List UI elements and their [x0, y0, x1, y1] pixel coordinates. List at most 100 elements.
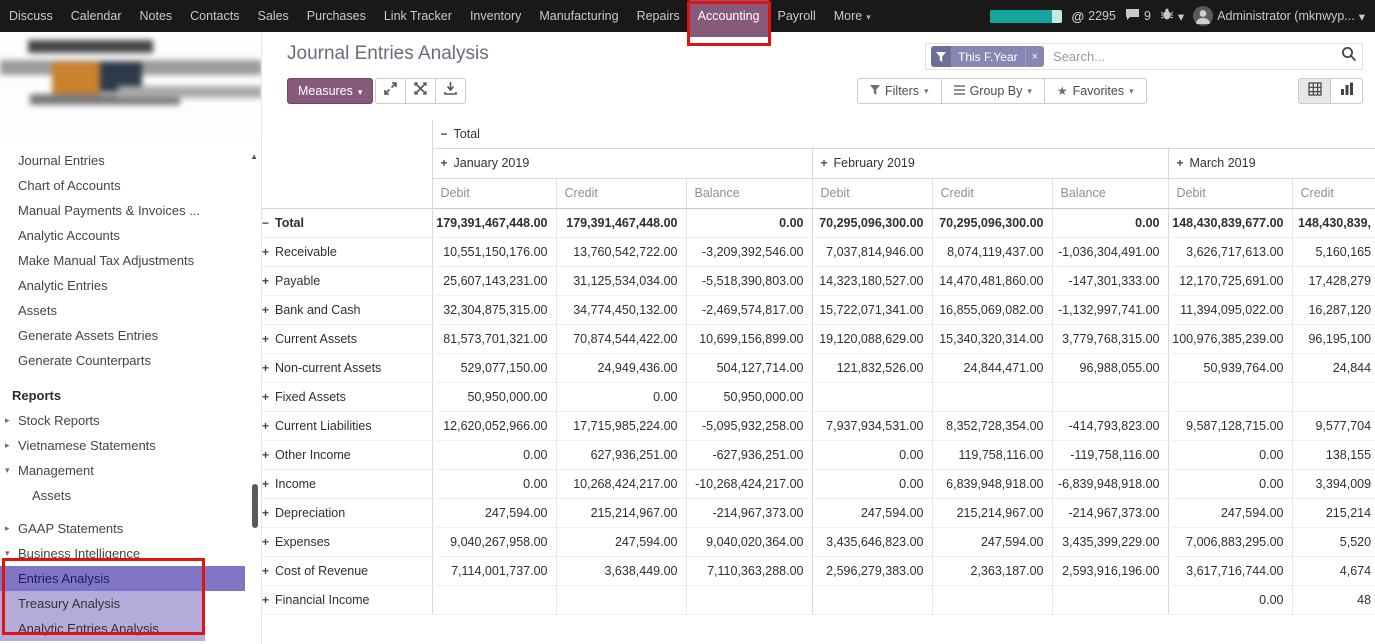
facet-remove-icon[interactable]: × — [1025, 46, 1044, 67]
expand-icon[interactable]: + — [262, 593, 269, 607]
topbar-menu-accounting[interactable]: Accounting — [689, 0, 769, 32]
sidebar-item-make-manual-tax-adjustments[interactable]: Make Manual Tax Adjustments — [0, 248, 261, 273]
download-button[interactable] — [435, 78, 466, 104]
pivot-row-label-other-income[interactable]: +Other Income — [262, 440, 432, 469]
user-menu[interactable]: Administrator (mknwyp... ▾ — [1193, 6, 1365, 26]
topbar-menu-calendar[interactable]: Calendar — [62, 0, 131, 32]
topbar-menu-contacts[interactable]: Contacts — [181, 0, 248, 32]
expand-icon[interactable]: + — [1177, 156, 1184, 170]
pivot-measure-debit[interactable]: Debit — [812, 178, 932, 208]
sidebar-item-entries-analysis[interactable]: Entries Analysis — [0, 566, 245, 591]
chevron-down-icon[interactable]: ▾ — [5, 541, 10, 566]
pivot-col-group-january-2019[interactable]: +January 2019 — [432, 148, 812, 178]
topbar-menu-inventory[interactable]: Inventory — [461, 0, 530, 32]
expand-icon[interactable]: + — [262, 361, 269, 375]
chevron-down-icon[interactable]: ▾ — [5, 458, 10, 483]
expand-icon[interactable]: + — [262, 390, 269, 404]
pivot-col-group-february-2019[interactable]: +February 2019 — [812, 148, 1168, 178]
expand-icon[interactable]: + — [262, 274, 269, 288]
pivot-measure-balance[interactable]: Balance — [686, 178, 812, 208]
pivot-measure-balance[interactable]: Balance — [1052, 178, 1168, 208]
expand-icon[interactable]: + — [262, 332, 269, 346]
topbar-menu-more[interactable]: More▾ — [825, 0, 880, 32]
chevron-right-icon[interactable]: ▸ — [5, 408, 10, 433]
expand-icon[interactable]: + — [262, 506, 269, 520]
sidebar-item-business-intelligence[interactable]: ▾Business Intelligence — [0, 541, 261, 566]
sidebar-item-gaap-statements[interactable]: ▸GAAP Statements — [0, 516, 261, 541]
topbar-menu-notes[interactable]: Notes — [131, 0, 182, 32]
pivot-measure-credit[interactable]: Credit — [1292, 178, 1375, 208]
chevron-right-icon[interactable]: ▸ — [5, 516, 10, 541]
scroll-up-icon[interactable]: ▲ — [250, 152, 258, 161]
pivot-row-label-expenses[interactable]: +Expenses — [262, 527, 432, 556]
table-row: +Income0.0010,268,424,217.00-10,268,424,… — [262, 469, 1375, 498]
pivot-measure-credit[interactable]: Credit — [932, 178, 1052, 208]
sidebar-item-management[interactable]: ▾Management — [0, 458, 261, 483]
sidebar-item-treasury-analysis[interactable]: Treasury Analysis — [0, 591, 205, 616]
messages-counter[interactable]: 9 — [1125, 8, 1151, 24]
pivot-view-button[interactable] — [1298, 78, 1331, 104]
expand-icon[interactable]: + — [821, 156, 828, 170]
favorites-button[interactable]: ★ Favorites ▾ — [1044, 78, 1147, 104]
search-icon[interactable] — [1341, 46, 1357, 67]
sidebar-item-generate-assets-entries[interactable]: Generate Assets Entries — [0, 323, 261, 348]
chart-view-button[interactable] — [1330, 78, 1363, 104]
pivot-row-label-current-assets[interactable]: +Current Assets — [262, 324, 432, 353]
sidebar-item-vietnamese-statements[interactable]: ▸Vietnamese Statements — [0, 433, 261, 458]
sidebar-item-analytic-entries-analysis[interactable]: Analytic Entries Analysis — [0, 616, 205, 641]
topbar-menu-payroll[interactable]: Payroll — [769, 0, 825, 32]
pivot-row-label-current-liabilities[interactable]: +Current Liabilities — [262, 411, 432, 440]
sidebar-item-generate-counterparts[interactable]: Generate Counterparts — [0, 348, 261, 373]
sidebar-scrollbar-thumb[interactable] — [252, 484, 258, 528]
pivot-row-label-depreciation[interactable]: +Depreciation — [262, 498, 432, 527]
pivot-col-group-march-2019[interactable]: +March 2019 — [1168, 148, 1375, 178]
expand-icon[interactable]: + — [262, 303, 269, 317]
sidebar-item-stock-reports[interactable]: ▸Stock Reports — [0, 408, 261, 433]
pivot-row-label-receivable[interactable]: +Receivable — [262, 237, 432, 266]
topbar-menu-sales[interactable]: Sales — [249, 0, 298, 32]
topbar-menu-purchases[interactable]: Purchases — [298, 0, 375, 32]
search-input[interactable] — [1051, 48, 1337, 65]
expand-icon[interactable]: + — [262, 535, 269, 549]
topbar-menu-discuss[interactable]: Discuss — [0, 0, 62, 32]
filters-button[interactable]: Filters ▾ — [857, 78, 942, 104]
sidebar-item-journal-entries[interactable]: Journal Entries — [0, 148, 261, 173]
topbar-menu-repairs[interactable]: Repairs — [628, 0, 689, 32]
pivot-row-label-total[interactable]: −Total — [262, 208, 432, 237]
pivot-col-total-header[interactable]: −Total — [432, 120, 1375, 148]
topbar-menu-link-tracker[interactable]: Link Tracker — [375, 0, 461, 32]
expand-icon[interactable]: + — [441, 156, 448, 170]
pivot-row-label-non-current-assets[interactable]: +Non-current Assets — [262, 353, 432, 382]
expand-icon[interactable]: + — [262, 477, 269, 491]
pivot-row-label-financial-income[interactable]: +Financial Income — [262, 585, 432, 614]
expand-all-button[interactable] — [375, 78, 406, 104]
sidebar-item-analytic-accounts[interactable]: Analytic Accounts — [0, 223, 261, 248]
pivot-row-label-payable[interactable]: +Payable — [262, 266, 432, 295]
expand-icon[interactable]: + — [262, 448, 269, 462]
chevron-right-icon[interactable]: ▸ — [5, 433, 10, 458]
expand-icon[interactable]: + — [262, 564, 269, 578]
flip-axis-button[interactable] — [405, 78, 436, 104]
topbar-menu-manufacturing[interactable]: Manufacturing — [530, 0, 627, 32]
sidebar-item-assets[interactable]: Assets — [0, 483, 261, 508]
group-by-button[interactable]: Group By ▾ — [941, 78, 1045, 104]
collapse-icon[interactable]: − — [441, 127, 448, 141]
measures-button[interactable]: Measures▾ — [287, 78, 373, 104]
pivot-row-label-cost-of-revenue[interactable]: +Cost of Revenue — [262, 556, 432, 585]
pivot-row-label-bank-and-cash[interactable]: +Bank and Cash — [262, 295, 432, 324]
pivot-measure-debit[interactable]: Debit — [432, 178, 556, 208]
sidebar-item-manual-payments-invoices[interactable]: Manual Payments & Invoices ... — [0, 198, 261, 223]
debug-menu[interactable]: ▾ — [1160, 8, 1184, 24]
expand-icon[interactable]: + — [262, 419, 269, 433]
expand-icon[interactable]: + — [262, 245, 269, 259]
pivot-row-label-fixed-assets[interactable]: +Fixed Assets — [262, 382, 432, 411]
pivot-cell: 247,594.00 — [432, 498, 556, 527]
collapse-icon[interactable]: − — [262, 216, 269, 230]
pivot-measure-credit[interactable]: Credit — [556, 178, 686, 208]
pivot-measure-debit[interactable]: Debit — [1168, 178, 1292, 208]
sidebar-item-analytic-entries[interactable]: Analytic Entries — [0, 273, 261, 298]
sidebar-item-chart-of-accounts[interactable]: Chart of Accounts — [0, 173, 261, 198]
activity-counter[interactable]: @ 2295 — [1071, 9, 1116, 24]
pivot-row-label-income[interactable]: +Income — [262, 469, 432, 498]
sidebar-item-assets[interactable]: Assets — [0, 298, 261, 323]
